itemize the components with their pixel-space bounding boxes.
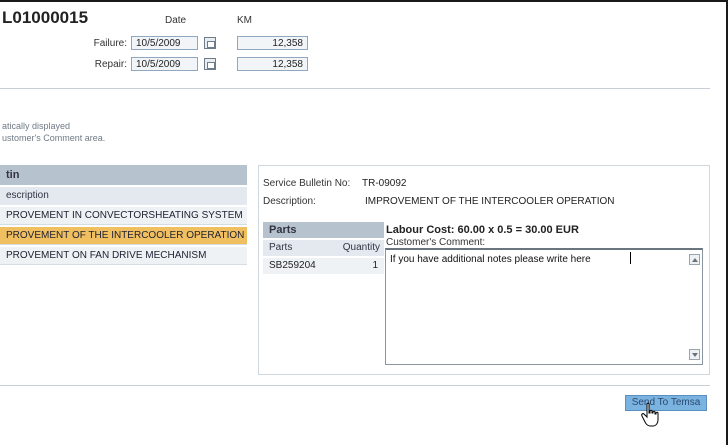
hand-cursor-icon bbox=[641, 402, 659, 427]
customer-comment-textarea[interactable]: If you have additional notes please writ… bbox=[385, 248, 703, 365]
parts-row[interactable]: SB259204 1 bbox=[263, 258, 384, 274]
comment-text: If you have additional notes please writ… bbox=[390, 254, 591, 265]
bulletin-row[interactable]: PROVEMENT IN CONVECTORSHEATING SYSTEM bbox=[0, 207, 247, 225]
labour-cost: Labour Cost: 60.00 x 0.5 = 30.00 EUR bbox=[386, 224, 579, 236]
calendar-icon[interactable] bbox=[204, 58, 216, 70]
service-bulletin-list: tin escription PROVEMENT IN CONVECTORSHE… bbox=[0, 165, 247, 370]
scroll-down-icon[interactable] bbox=[689, 349, 700, 360]
calendar-icon[interactable] bbox=[204, 37, 216, 49]
part-number: SB259204 bbox=[269, 260, 316, 271]
repair-km-field[interactable]: 12,358 bbox=[237, 57, 308, 71]
scroll-up-icon[interactable] bbox=[689, 254, 700, 265]
bulletin-row-selected[interactable]: PROVEMENT OF THE INTERCOOLER OPERATION bbox=[0, 227, 247, 245]
hint-line-2: ustomer's Comment area. bbox=[2, 133, 106, 143]
document-id: L01000015 bbox=[2, 8, 89, 27]
parts-col-parts: Parts bbox=[269, 242, 293, 253]
description-label: Description: bbox=[263, 196, 316, 207]
sb-number-value: TR-09092 bbox=[362, 178, 407, 189]
repair-label: Repair: bbox=[94, 59, 127, 70]
failure-date-field[interactable]: 10/5/2009 bbox=[131, 36, 198, 50]
hint-line-1: atically displayed bbox=[2, 121, 71, 131]
sb-number-label: Service Bulletin No: bbox=[263, 178, 351, 189]
bulletin-row[interactable]: PROVEMENT ON FAN DRIVE MECHANISM bbox=[0, 247, 247, 265]
date-column-header: Date bbox=[165, 15, 187, 26]
divider bbox=[0, 88, 710, 89]
description-value: IMPROVEMENT OF THE INTERCOOLER OPERATION bbox=[365, 196, 615, 207]
failure-label: Failure: bbox=[93, 38, 127, 49]
description-column-header[interactable]: escription bbox=[0, 187, 247, 205]
repair-date-field[interactable]: 10/5/2009 bbox=[131, 57, 198, 71]
bulletin-detail-panel: Service Bulletin No: TR-09092 Descriptio… bbox=[258, 165, 710, 375]
divider bbox=[0, 385, 710, 386]
part-quantity: 1 bbox=[372, 260, 378, 271]
parts-col-quantity: Quantity bbox=[342, 242, 380, 253]
bulletin-list-title: tin bbox=[0, 165, 247, 185]
customer-comment-label: Customer's Comment: bbox=[386, 237, 486, 248]
failure-km-field[interactable]: 12,358 bbox=[237, 36, 308, 50]
km-column-header: KM bbox=[237, 15, 252, 26]
text-caret bbox=[630, 252, 631, 264]
parts-column-header: Parts Quantity bbox=[263, 240, 384, 256]
parts-title: Parts bbox=[263, 222, 384, 238]
send-to-temsa-button[interactable]: Send To Temsa bbox=[625, 395, 707, 411]
